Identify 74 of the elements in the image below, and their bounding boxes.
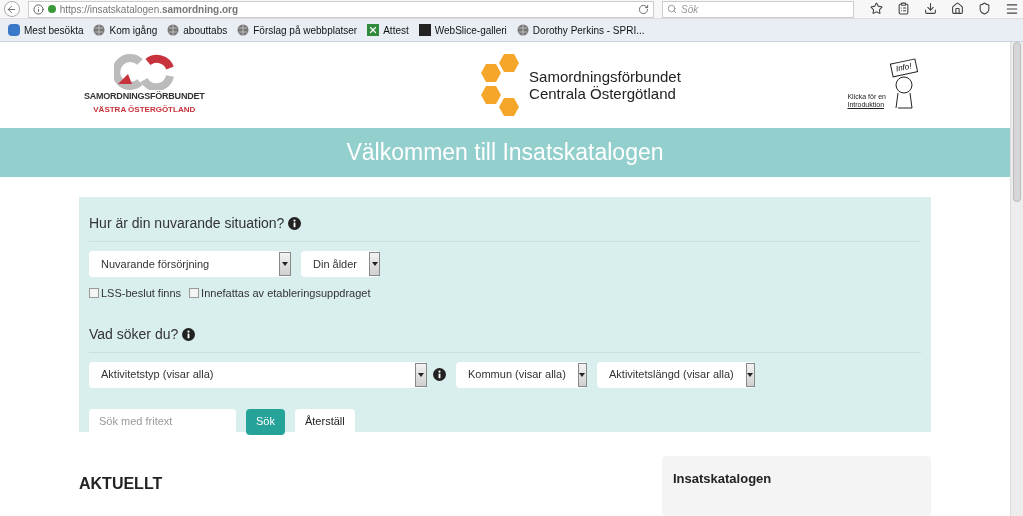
reset-button[interactable]: Återställ [294,408,355,435]
checkbox[interactable] [89,288,99,299]
arrow-left-icon [6,3,18,15]
checkbox-label: Innefattas av etableringsuppdraget [201,286,371,301]
dropdown[interactable]: Aktivitetstyp (visar alla) [89,361,427,388]
dropdown-arrow-button[interactable] [745,362,755,387]
bookmark-label: Dorothy Perkins - SPRI... [532,23,645,38]
address-bar[interactable]: https://insatskatalogen.samordning.org [27,0,655,18]
globe-icon [237,24,250,36]
bookmark[interactable]: Dorothy Perkins - SPRI... [516,22,645,38]
menu-icon[interactable] [1005,2,1019,16]
globe-icon [93,24,106,36]
caret-icon [747,372,754,377]
download-icon[interactable] [924,2,937,15]
caret-icon [418,372,424,377]
dropdown-value: Aktivitetstyp (visar alla) [100,367,215,383]
bookmark[interactable]: Kom igång [93,22,158,38]
bookmark[interactable]: abouttabs [167,22,228,38]
dropdown[interactable]: Aktivitetslängd (visar alla) [597,361,755,388]
bookmark[interactable]: Attest [367,22,409,38]
logo-drawing [114,54,175,91]
banner-title: Välkommen till Insatskatalogen [346,138,664,168]
bookmark-label: Mest besökta [24,23,84,38]
dropdown-value: Aktivitetslängd (visar alla) [608,367,735,383]
dropdown[interactable]: Din ålder [301,251,380,277]
section-heading: Hur är din nuvarande situation? [89,214,285,233]
dropdown-arrow-button[interactable] [415,362,427,387]
logo-subtitle: VÄSTRA ÖSTERGÖTLAND [93,103,196,116]
dropdown-value: Din ålder [312,256,359,272]
home-icon[interactable] [951,2,964,15]
star-icon[interactable] [870,2,883,15]
sidebar-title: Insatskatalogen [673,471,772,486]
reload-icon[interactable] [638,3,650,15]
info-icon [182,327,196,341]
bookmark-label: Attest [383,23,409,38]
dropdown[interactable]: Kommun (visar alla) [456,361,587,388]
bookmark[interactable]: Förslag på webbplatser [237,22,358,38]
url-text: https://insatskatalogen.samordning.org [59,2,240,17]
search-placeholder: Sök med fritext [99,414,173,430]
bookmarks-icon [8,24,20,36]
dropdown-value: Kommun (visar alla) [467,367,567,383]
spreadsheet-icon [367,24,380,36]
globe-icon [516,24,529,36]
bookmark-label: abouttabs [183,23,228,38]
dropdown-arrow-button[interactable] [369,252,380,276]
news-heading: AKTUELLT [79,474,163,494]
logo-title: SAMORDNINGSFÖRBUNDET [84,90,205,104]
bookmark-label: Förslag på webbplatser [253,23,358,38]
checkbox-label: LSS-beslut finns [101,286,182,301]
bookmark[interactable]: Mest besökta [8,22,84,38]
checkbox[interactable] [189,288,200,299]
bookmark-label: WebSlice-galleri [434,23,507,38]
dropdown-arrow-button[interactable] [279,252,291,276]
scrollbar[interactable] [1010,42,1023,516]
logo-title: Samordningsförbundet [529,68,681,86]
dropdown-value: Nuvarande försörjning [100,256,211,272]
dropdown[interactable]: Nuvarande försörjning [89,251,291,277]
search-placeholder: Sök [681,2,699,17]
back-button[interactable] [4,1,20,17]
caret-icon [579,372,586,377]
clipboard-icon[interactable] [897,2,910,15]
section-heading: Vad söker du? [89,324,179,344]
globe-icon [167,24,180,36]
caret-icon [371,262,378,266]
logo-title: Centrala Östergötland [529,85,676,103]
dropdown-arrow-button[interactable] [577,362,587,387]
info-icon [433,368,446,381]
bookmark[interactable]: WebSlice-galleri [418,22,507,38]
bookmark-label: Kom igång [109,23,158,38]
shield-icon[interactable] [978,2,991,15]
caret-icon [282,262,288,266]
search-icon [667,4,678,14]
info-icon [288,217,302,230]
info-icon [32,3,44,15]
